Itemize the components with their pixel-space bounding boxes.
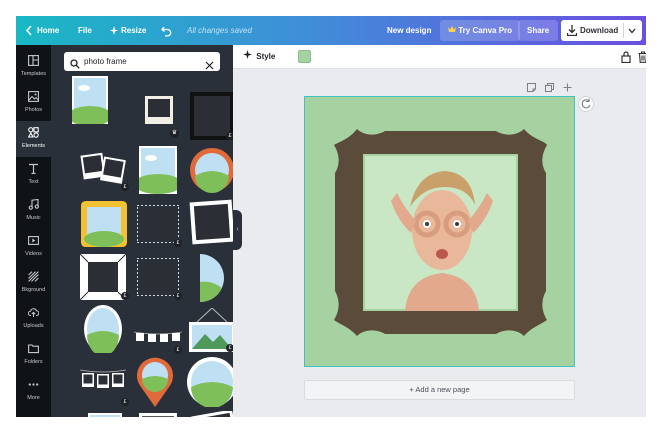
page-note-icon[interactable] bbox=[527, 83, 536, 94]
frame-thumb-gold-ornate[interactable] bbox=[81, 201, 127, 247]
premium-badge: £ bbox=[121, 292, 129, 300]
elements-panel: ♛ £ £ £ £ £ bbox=[51, 45, 233, 417]
frame-thumb-photo-print[interactable] bbox=[139, 146, 177, 194]
rail-item-more[interactable]: More bbox=[16, 373, 51, 409]
share-button[interactable]: Share bbox=[518, 20, 559, 41]
frame-thumb-partial-1[interactable] bbox=[88, 413, 122, 417]
frame-thumb-small-polaroid[interactable] bbox=[145, 96, 173, 124]
background-color-swatch[interactable] bbox=[298, 50, 311, 63]
premium-badge: £ bbox=[174, 292, 182, 300]
undo-icon[interactable] bbox=[161, 16, 172, 45]
rail-label: Templates bbox=[20, 71, 47, 77]
clear-search-icon[interactable] bbox=[205, 57, 214, 75]
download-button[interactable]: Download bbox=[561, 20, 642, 41]
resize-button[interactable]: Resize bbox=[121, 16, 146, 45]
back-chevron-icon[interactable] bbox=[25, 16, 33, 45]
more-icon bbox=[28, 383, 39, 386]
search-input[interactable] bbox=[84, 54, 199, 69]
download-options-chevron-icon[interactable] bbox=[628, 27, 636, 36]
canva-editor-window: Home File Resize All changes saved New d… bbox=[16, 16, 646, 417]
frame-thumb-polaroid-pair[interactable] bbox=[80, 150, 126, 186]
rail-item-background[interactable]: Bkground bbox=[16, 265, 51, 301]
premium-crown-icon: ♛ bbox=[170, 129, 179, 138]
rail-item-templates[interactable]: Templates bbox=[16, 49, 51, 85]
rail-item-photos[interactable]: Photos bbox=[16, 85, 51, 121]
top-bar: Home File Resize All changes saved New d… bbox=[16, 16, 646, 45]
add-page-plus-icon[interactable] bbox=[563, 83, 572, 94]
rail-label: Music bbox=[26, 215, 41, 221]
style-label: Style bbox=[256, 52, 276, 61]
videos-icon bbox=[28, 236, 39, 245]
home-link[interactable]: Home bbox=[37, 16, 59, 45]
rotate-handle[interactable] bbox=[578, 96, 594, 112]
frame-thumb-orange-circle[interactable] bbox=[190, 146, 233, 196]
folders-icon bbox=[28, 344, 39, 354]
frame-thumb-white-square[interactable] bbox=[189, 199, 233, 245]
frame-thumb-oval[interactable] bbox=[84, 305, 122, 353]
frame-thumb-white-circle[interactable] bbox=[187, 357, 233, 407]
search-icon bbox=[70, 56, 80, 74]
editor-toolbar: Style bbox=[233, 45, 646, 69]
rail-label: Uploads bbox=[23, 323, 44, 329]
rail-item-elements[interactable]: Elements bbox=[16, 121, 51, 157]
premium-badge: £ bbox=[174, 239, 182, 247]
rail-label: Text bbox=[28, 179, 39, 185]
duplicate-page-icon[interactable] bbox=[545, 83, 554, 94]
download-divider bbox=[623, 23, 624, 38]
collapse-panel-handle[interactable]: ‹ bbox=[233, 210, 242, 250]
rail-label: More bbox=[27, 395, 40, 401]
crown-icon bbox=[448, 20, 456, 41]
save-status: All changes saved bbox=[187, 26, 252, 35]
text-icon bbox=[29, 163, 38, 174]
decorative-frame-with-photo[interactable] bbox=[305, 97, 576, 368]
rail-label: Bkground bbox=[21, 287, 46, 293]
frame-thumb-half-circle[interactable] bbox=[200, 254, 226, 302]
premium-badge: £ bbox=[121, 183, 129, 191]
frame-thumb-location-pin[interactable] bbox=[137, 357, 173, 407]
rail-item-uploads[interactable]: Uploads bbox=[16, 301, 51, 337]
resize-sparkle-icon[interactable] bbox=[110, 16, 118, 45]
rail-item-text[interactable]: Text bbox=[16, 157, 51, 193]
background-icon bbox=[28, 271, 39, 282]
uploads-icon bbox=[28, 308, 39, 317]
add-new-page-button[interactable]: + Add a new page bbox=[304, 380, 575, 400]
style-button[interactable]: Style bbox=[243, 50, 275, 64]
trash-icon[interactable] bbox=[638, 50, 646, 68]
rail-label: Videos bbox=[25, 251, 42, 257]
frame-thumb-portrait-photo[interactable] bbox=[72, 76, 108, 124]
rail-item-videos[interactable]: Videos bbox=[16, 229, 51, 265]
download-icon bbox=[566, 25, 578, 38]
style-sparkle-icon bbox=[243, 50, 254, 64]
design-canvas[interactable] bbox=[304, 96, 575, 367]
frame-thumb-photo-string[interactable] bbox=[134, 329, 182, 343]
premium-badge: £ bbox=[226, 344, 233, 352]
templates-icon bbox=[28, 55, 39, 66]
frame-thumb-stamp-border-2[interactable] bbox=[137, 258, 179, 296]
frame-thumb-white-ornate[interactable] bbox=[80, 254, 126, 300]
frame-thumb-stamp-border[interactable] bbox=[137, 205, 179, 243]
premium-badge: £ bbox=[174, 346, 182, 354]
try-canva-pro-label: Try Canva Pro bbox=[458, 26, 513, 35]
frame-thumb-clip-photos[interactable] bbox=[80, 367, 126, 397]
frame-thumb-partial-3[interactable] bbox=[191, 411, 233, 417]
premium-badge: £ bbox=[226, 132, 233, 140]
file-menu[interactable]: File bbox=[78, 16, 92, 45]
music-icon bbox=[28, 199, 39, 210]
rail-label: Folders bbox=[24, 359, 43, 365]
rail-label: Photos bbox=[24, 107, 43, 113]
frame-thumb-partial-2[interactable] bbox=[139, 413, 177, 417]
photos-icon bbox=[28, 91, 39, 102]
elements-icon bbox=[28, 127, 39, 138]
search-box[interactable] bbox=[64, 52, 220, 71]
rail-item-folders[interactable]: Folders bbox=[16, 337, 51, 373]
premium-badge: £ bbox=[121, 398, 129, 406]
rail-label: Elements bbox=[22, 143, 45, 149]
download-label: Download bbox=[580, 26, 619, 35]
side-rail: Templates Photos Elements Text Music Vid… bbox=[16, 45, 51, 417]
rail-item-music[interactable]: Music bbox=[16, 193, 51, 229]
lock-icon[interactable] bbox=[621, 50, 631, 68]
try-canva-pro-button[interactable]: Try Canva Pro bbox=[440, 20, 521, 41]
new-design-button[interactable]: New design bbox=[387, 16, 431, 45]
